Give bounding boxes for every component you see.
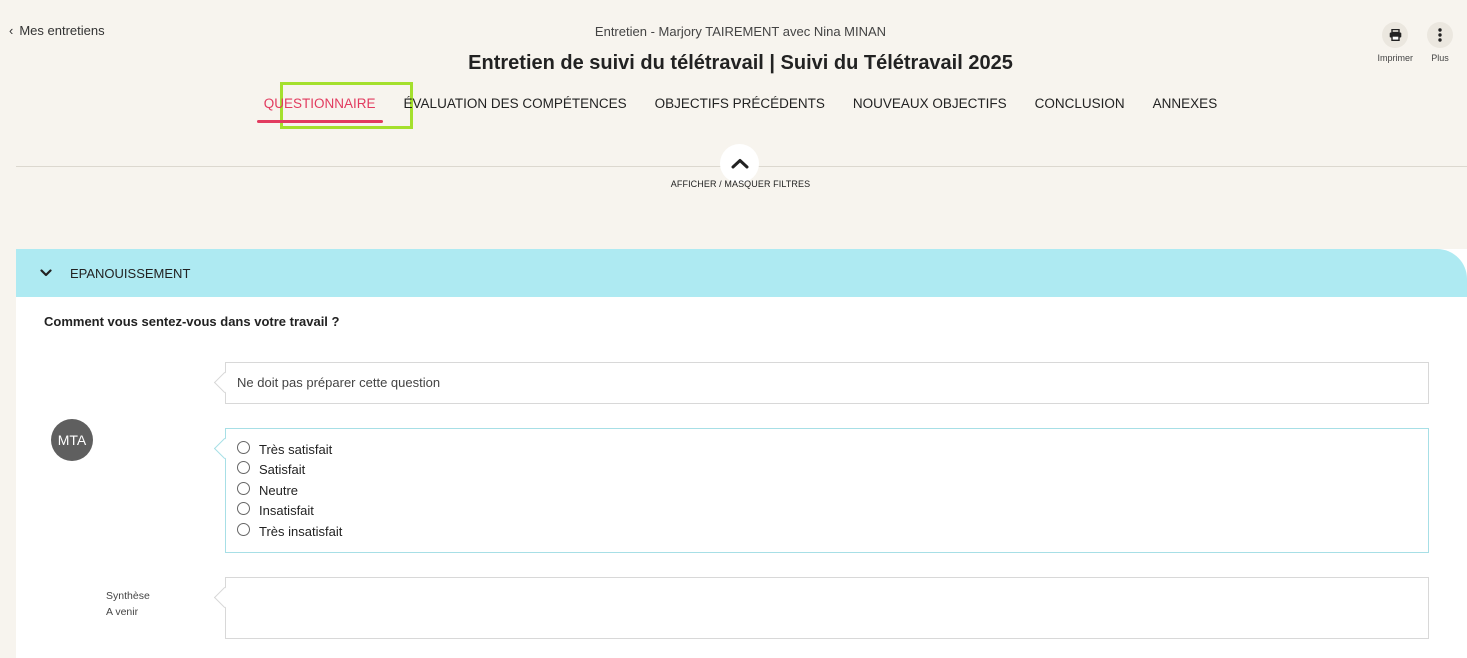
- option-neutre[interactable]: Neutre: [237, 480, 1417, 501]
- chevron-down-icon: [40, 269, 52, 277]
- option-label: Très insatisfait: [259, 523, 343, 539]
- section-header[interactable]: EPANOUISSEMENT: [16, 249, 1467, 297]
- printer-icon: [1382, 22, 1409, 48]
- tab-conclusion[interactable]: CONCLUSION: [1035, 96, 1125, 117]
- question-text: Comment vous sentez-vous dans votre trav…: [44, 314, 340, 329]
- radio-button[interactable]: [237, 522, 250, 536]
- preparation-note-text: Ne doit pas préparer cette question: [237, 375, 441, 390]
- synthese-field[interactable]: [225, 577, 1429, 639]
- answer-options: Très satisfait Satisfait Neutre Insatisf…: [225, 428, 1429, 553]
- option-tres-satisfait[interactable]: Très satisfait: [237, 439, 1417, 460]
- tab-objectifs-precedents[interactable]: OBJECTIFS PRÉCÉDENTS: [655, 96, 825, 117]
- section-epanouissement: EPANOUISSEMENT Comment vous sentez-vous …: [16, 249, 1467, 658]
- option-insatisfait[interactable]: Insatisfait: [237, 501, 1417, 522]
- more-button[interactable]: Plus: [1427, 22, 1453, 63]
- tab-nouveaux-objectifs[interactable]: NOUVEAUX OBJECTIFS: [853, 96, 1007, 117]
- page-subtitle: Entretien - Marjory TAIREMENT avec Nina …: [594, 24, 887, 39]
- radio-button[interactable]: [237, 440, 250, 454]
- more-vertical-icon: [1427, 22, 1453, 48]
- radio-button[interactable]: [237, 461, 250, 475]
- tab-evaluation-competences[interactable]: ÉVALUATION DES COMPÉTENCES: [404, 96, 627, 117]
- filter-toggle-button[interactable]: [720, 144, 759, 183]
- radio-button[interactable]: [237, 481, 250, 495]
- synthese-label: Synthèse: [106, 590, 150, 602]
- avatar: MTA: [51, 419, 93, 461]
- tab-bar: QUESTIONNAIRE ÉVALUATION DES COMPÉTENCES…: [0, 96, 1467, 123]
- synthese-info: Synthèse A venir: [106, 588, 150, 620]
- preparation-note: Ne doit pas préparer cette question: [225, 362, 1429, 404]
- synthese-status: A venir: [106, 606, 139, 618]
- option-tres-insatisfait[interactable]: Très insatisfait: [237, 521, 1417, 542]
- print-button[interactable]: Imprimer: [1377, 22, 1414, 63]
- option-label: Insatisfait: [259, 503, 314, 519]
- radio-button[interactable]: [237, 502, 250, 516]
- option-label: Neutre: [259, 482, 299, 498]
- more-label: Plus: [1431, 53, 1449, 63]
- page-title: Entretien de suivi du télétravail | Suiv…: [468, 52, 1013, 74]
- chevron-up-icon: [731, 159, 748, 169]
- option-satisfait[interactable]: Satisfait: [237, 460, 1417, 481]
- filter-toggle-label: AFFICHER / MASQUER FILTRES: [670, 179, 811, 189]
- option-label: Très satisfait: [259, 441, 333, 457]
- tab-questionnaire[interactable]: QUESTIONNAIRE: [256, 96, 383, 123]
- tab-annexes[interactable]: ANNEXES: [1153, 96, 1218, 117]
- header-actions: Imprimer Plus: [1377, 22, 1453, 63]
- option-label: Satisfait: [259, 462, 306, 478]
- section-title: EPANOUISSEMENT: [70, 265, 191, 281]
- print-label: Imprimer: [1377, 53, 1414, 63]
